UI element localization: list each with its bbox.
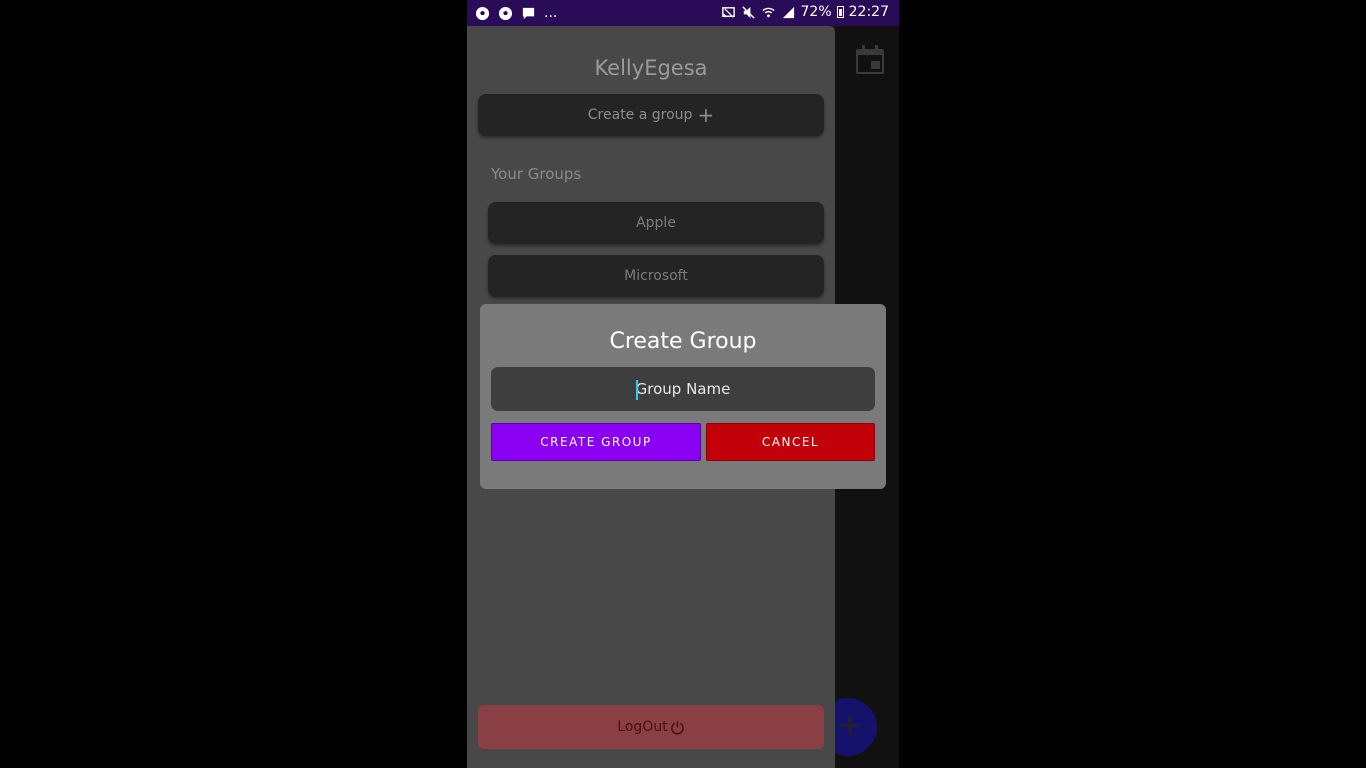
mute-icon: [741, 5, 755, 19]
group-item-microsoft[interactable]: Microsoft: [488, 255, 824, 297]
status-right-icons: 72% 22:27: [721, 4, 889, 20]
plus-icon: +: [697, 103, 715, 127]
wifi-icon: [761, 7, 775, 17]
status-overflow: ...: [544, 5, 558, 21]
create-group-button[interactable]: CREATE GROUP: [491, 423, 701, 461]
cancel-button[interactable]: CANCEL: [706, 423, 875, 461]
calendar-icon[interactable]: [854, 44, 886, 76]
power-icon: [670, 720, 684, 734]
battery-icon: [836, 6, 844, 18]
soccer-ball-icon: [475, 6, 490, 20]
create-group-dialog: Create Group CREATE GROUP CANCEL: [480, 304, 886, 489]
group-item-label: Microsoft: [624, 268, 688, 284]
create-a-group-button[interactable]: Create a group +: [478, 94, 824, 136]
phone-screen: ... 72% 22:27 + KellyEgesa Create a grou…: [467, 0, 899, 768]
logout-label: LogOut: [617, 719, 668, 735]
text-cursor: [636, 380, 638, 400]
group-name-input[interactable]: [491, 367, 875, 411]
signal-icon: [782, 6, 794, 18]
logout-button[interactable]: LogOut: [478, 705, 824, 749]
create-a-group-label: Create a group: [587, 107, 693, 123]
battery-percent: 72%: [800, 4, 832, 20]
status-bar: ... 72% 22:27: [467, 0, 899, 26]
group-item-apple[interactable]: Apple: [488, 202, 824, 244]
group-item-label: Apple: [636, 215, 676, 231]
user-name: KellyEgesa: [594, 56, 708, 80]
chat-bubble-icon: [522, 7, 535, 19]
soccer-ball-icon: [498, 6, 513, 20]
your-groups-heading: Your Groups: [491, 165, 582, 183]
status-time: 22:27: [848, 4, 889, 20]
status-left-icons: ...: [475, 5, 557, 21]
plus-icon: +: [837, 708, 863, 743]
dialog-title: Create Group: [609, 329, 757, 354]
cast-icon: [721, 6, 735, 18]
